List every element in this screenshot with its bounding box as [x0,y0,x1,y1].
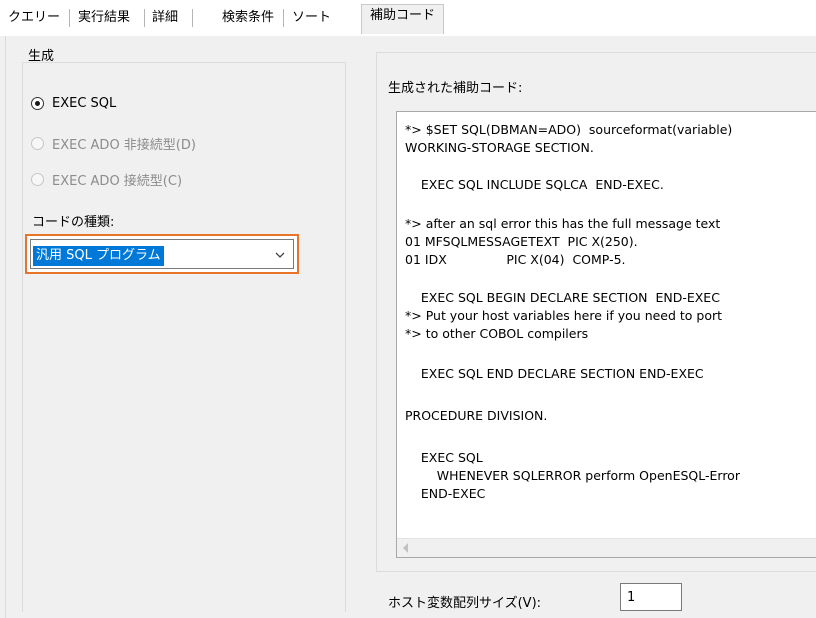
code-line: *> to other COBOL compilers [405,326,589,341]
tab-separator [192,9,193,27]
radio-label: EXEC ADO 接続型(C) [52,174,183,189]
radio-label: EXEC ADO 非接続型(D) [52,138,196,153]
code-line: 01 IDX PIC X(04) COMP-5. [405,252,626,267]
code-line: *> after an sql error this has the full … [405,216,721,231]
host-array-size-label: ホスト変数配列サイズ(V): [388,596,542,611]
radio-unchecked-icon[interactable] [31,137,44,150]
code-line: WORKING-STORAGE SECTION. [405,140,594,155]
code-line: 01 MFSQLMESSAGETEXT PIC X(250). [405,234,638,249]
code-line: *> $SET SQL(DBMAN=ADO) sourceformat(vari… [405,122,733,137]
tab-separator [283,9,284,27]
code-line: EXEC SQL BEGIN DECLARE SECTION END-EXEC [405,290,720,305]
code-kind-select[interactable]: 汎用 SQL プログラム [25,234,299,274]
tab-details[interactable]: 詳細 [152,7,178,29]
generated-code-textarea[interactable]: *> $SET SQL(DBMAN=ADO) sourceformat(vari… [396,111,816,558]
tab-auxiliary-code[interactable]: 補助コード [361,4,445,34]
host-array-size-input[interactable] [620,583,682,611]
radio-exec-sql[interactable]: EXEC SQL [31,96,116,111]
tab-query[interactable]: クエリー [8,7,60,29]
code-line: PROCEDURE DIVISION. [405,408,548,423]
tab-results[interactable]: 実行結果 [78,7,130,29]
code-line: WHENEVER SQLERROR perform OpenESQL-Error [405,468,740,483]
generate-group-title: 生成 [28,49,55,64]
radio-exec-ado-connected[interactable]: EXEC ADO 接続型(C) [31,170,182,189]
code-line: *> Put your host variables here if you n… [405,308,723,323]
code-line: EXEC SQL END DECLARE SECTION END-EXEC [405,366,704,381]
radio-checked-icon[interactable] [31,97,44,110]
code-line: EXEC SQL [405,450,483,465]
tab-bar: クエリー 実行結果 詳細 検索条件 ソート 補助コード [0,0,816,36]
code-kind-select-field[interactable]: 汎用 SQL プログラム [30,239,294,269]
code-line: EXEC SQL INCLUDE SQLCA END-EXEC. [405,177,664,192]
tab-separator [144,9,145,27]
scroll-left-arrow-icon[interactable] [403,543,408,553]
tab-separator [69,9,70,27]
tab-search-criteria[interactable]: 検索条件 [222,7,274,29]
radio-label: EXEC SQL [52,96,117,111]
radio-unchecked-icon[interactable] [31,173,44,186]
horizontal-scrollbar[interactable] [397,538,816,557]
code-kind-label: コードの種類: [32,215,115,230]
chevron-down-icon[interactable] [273,248,287,262]
code-kind-selected-value: 汎用 SQL プログラム [33,246,164,266]
code-line: END-EXEC [405,486,486,501]
generated-code-label: 生成された補助コード: [388,81,523,96]
tab-sort[interactable]: ソート [292,7,331,29]
radio-exec-ado-disconnected[interactable]: EXEC ADO 非接続型(D) [31,134,196,153]
